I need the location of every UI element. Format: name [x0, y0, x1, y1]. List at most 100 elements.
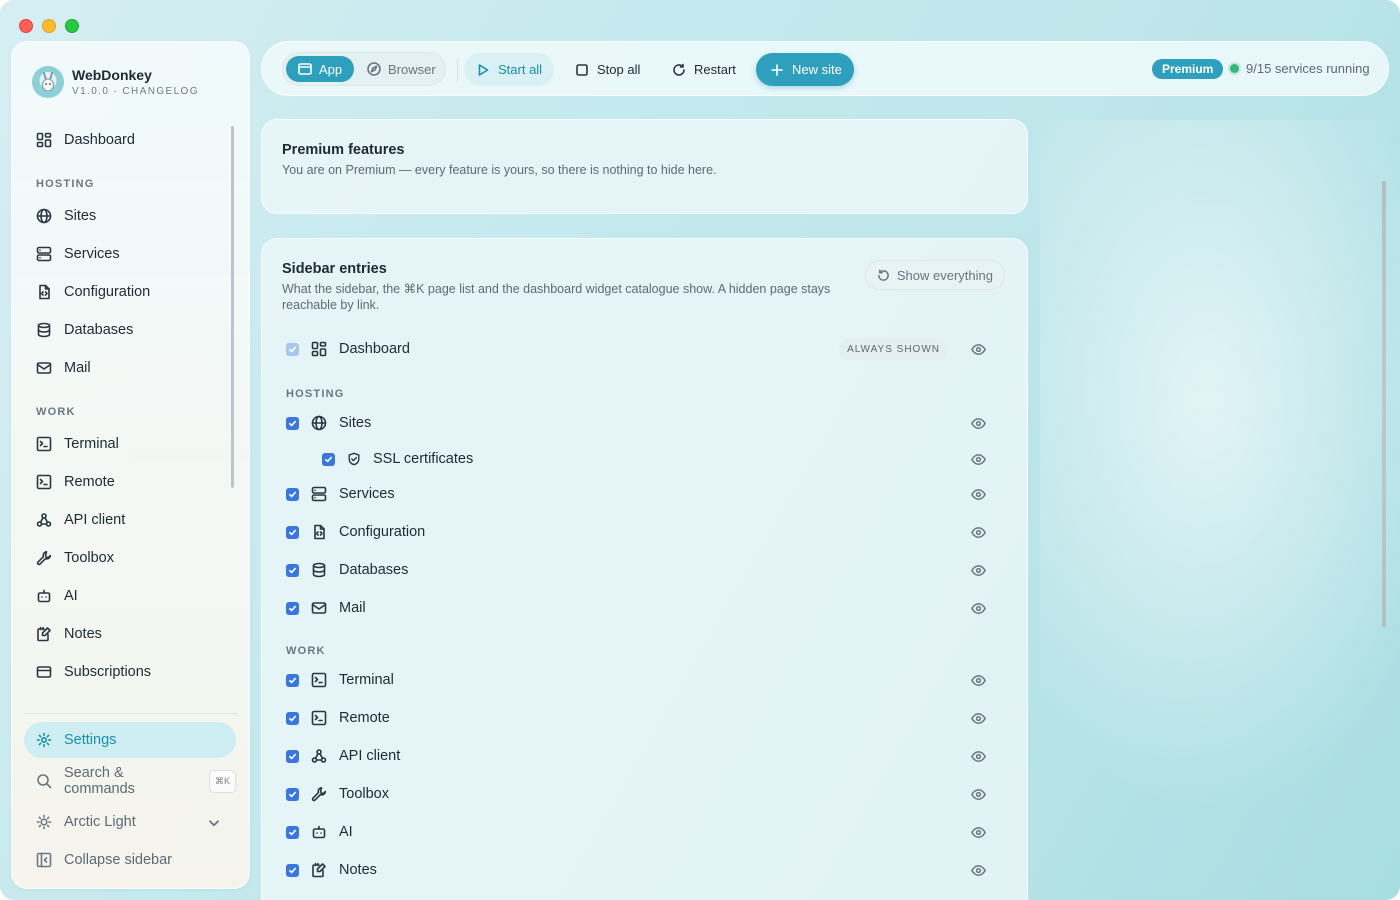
eye-icon[interactable] — [971, 825, 986, 840]
view-mode-switch: App Browser — [282, 52, 446, 86]
sidebar-item-services[interactable]: Services — [24, 236, 236, 272]
restart-button[interactable]: Restart — [660, 53, 748, 86]
card-description: You are on Premium — every feature is yo… — [282, 163, 717, 177]
new-site-button[interactable]: New site — [756, 53, 854, 86]
eye-icon[interactable] — [971, 452, 986, 467]
eye-icon[interactable] — [971, 863, 986, 878]
entry-checkbox[interactable] — [322, 452, 335, 466]
entry-checkbox[interactable] — [286, 749, 299, 763]
eye-icon[interactable] — [971, 787, 986, 802]
always-shown-badge: ALWAYS SHOWN — [839, 338, 948, 360]
brand[interactable]: WebDonkey V1.0.0 · CHANGELOG — [32, 66, 199, 98]
mode-browser-button[interactable]: Browser — [355, 56, 448, 82]
mode-app-label: App — [319, 61, 343, 77]
group-label-hosting: HOSTING — [286, 388, 345, 400]
show-everything-button[interactable]: Show everything — [864, 260, 1005, 290]
entry-checkbox[interactable] — [286, 416, 299, 430]
card-title: Premium features — [282, 142, 405, 158]
sidebar-item-label: Services — [64, 246, 120, 262]
reset-icon — [877, 269, 889, 281]
entry-row-api-client: API client — [286, 741, 1006, 771]
entry-label: SSL certificates — [373, 451, 474, 467]
search-commands-button[interactable]: Search & commands ⌘K — [24, 763, 236, 799]
services-status[interactable]: 9/15 services running — [1230, 61, 1370, 76]
mail-icon — [36, 362, 52, 374]
entry-checkbox[interactable] — [286, 673, 299, 687]
entry-row-notes: Notes — [286, 855, 1006, 885]
sidebar-section-work: WORK — [36, 406, 76, 418]
mode-app-button[interactable]: App — [286, 56, 355, 82]
sidebar-item-ai[interactable]: AI — [24, 578, 236, 614]
eye-icon[interactable] — [971, 749, 986, 764]
entry-checkbox[interactable] — [286, 487, 299, 501]
entry-row-services: Services — [286, 479, 1006, 509]
entry-row-sites: Sites — [286, 408, 1006, 438]
sidebar-item-settings[interactable]: Settings — [24, 722, 236, 758]
window-controls — [19, 19, 79, 33]
theme-selector[interactable]: Arctic Light — [24, 804, 236, 840]
collapse-sidebar-button[interactable]: Collapse sidebar — [24, 842, 236, 878]
webhook-icon — [311, 749, 327, 763]
entry-checkbox[interactable] — [286, 525, 299, 539]
sidebar-item-toolbox[interactable]: Toolbox — [24, 540, 236, 576]
sidebar-item-dashboard[interactable]: Dashboard — [24, 122, 236, 158]
wrench-icon — [311, 787, 327, 802]
entry-row-databases: Databases — [286, 555, 1006, 585]
sidebar-item-sites[interactable]: Sites — [24, 198, 236, 234]
eye-icon[interactable] — [971, 342, 986, 357]
stop-all-button[interactable]: Stop all — [563, 53, 652, 86]
gear-icon — [36, 732, 52, 748]
top-toolbar: App Browser Start all Stop all Restart N… — [261, 41, 1389, 96]
app-window: WebDonkey V1.0.0 · CHANGELOG Dashboard H… — [0, 0, 1400, 900]
entry-checkbox[interactable] — [286, 825, 299, 839]
globe-icon — [36, 208, 52, 224]
terminal-icon — [311, 672, 327, 688]
entry-checkbox[interactable] — [286, 601, 299, 615]
sidebar-item-label: API client — [64, 512, 126, 528]
sidebar-item-api-client[interactable]: API client — [24, 502, 236, 538]
eye-icon[interactable] — [971, 487, 986, 502]
close-window-button[interactable] — [19, 19, 33, 33]
eye-icon[interactable] — [971, 711, 986, 726]
sidebar-item-remote[interactable]: Remote — [24, 464, 236, 500]
show-everything-label: Show everything — [896, 267, 993, 283]
bot-icon — [37, 589, 51, 603]
sidebar-item-label: Remote — [64, 474, 115, 490]
eye-icon[interactable] — [971, 601, 986, 616]
restart-label: Restart — [694, 62, 736, 77]
start-all-button[interactable]: Start all — [464, 53, 555, 86]
entry-checkbox[interactable] — [286, 711, 299, 725]
app-name: WebDonkey — [72, 67, 152, 83]
entry-label: AI — [339, 824, 353, 840]
entry-label: Services — [339, 486, 395, 502]
eye-icon[interactable] — [971, 563, 986, 578]
sidebar-item-databases[interactable]: Databases — [24, 312, 236, 348]
eye-icon[interactable] — [971, 416, 986, 431]
sidebar-item-subscriptions[interactable]: Subscriptions — [24, 654, 236, 690]
stop-icon — [576, 63, 588, 76]
entry-checkbox[interactable] — [286, 563, 299, 577]
minimize-window-button[interactable] — [42, 19, 56, 33]
sidebar-section-hosting: HOSTING — [36, 178, 95, 190]
eye-icon[interactable] — [971, 673, 986, 688]
sidebar-item-label: Notes — [64, 626, 102, 642]
database-icon — [312, 562, 326, 578]
sidebar-scrollbar[interactable] — [231, 126, 234, 488]
entry-label: Remote — [339, 710, 390, 726]
sidebar-item-notes[interactable]: Notes — [24, 616, 236, 652]
version-changelog-link[interactable]: V1.0.0 · CHANGELOG — [72, 86, 199, 97]
card-description-line-1: What the sidebar, the ⌘K page list and t… — [282, 282, 831, 296]
entry-checkbox[interactable] — [286, 787, 299, 801]
main-scrollbar[interactable] — [1382, 181, 1386, 627]
eye-icon[interactable] — [971, 525, 986, 540]
sidebar-item-terminal[interactable]: Terminal — [24, 426, 236, 462]
config-file-icon — [314, 524, 325, 540]
remote-terminal-icon — [36, 474, 52, 490]
dashboard-icon — [36, 132, 52, 148]
sidebar-item-mail[interactable]: Mail — [24, 350, 236, 386]
sidebar-collapse-icon — [36, 852, 52, 868]
sidebar-item-configuration[interactable]: Configuration — [24, 274, 236, 310]
entry-checkbox[interactable] — [286, 863, 299, 877]
dashboard-icon — [311, 341, 327, 357]
zoom-window-button[interactable] — [65, 19, 79, 33]
